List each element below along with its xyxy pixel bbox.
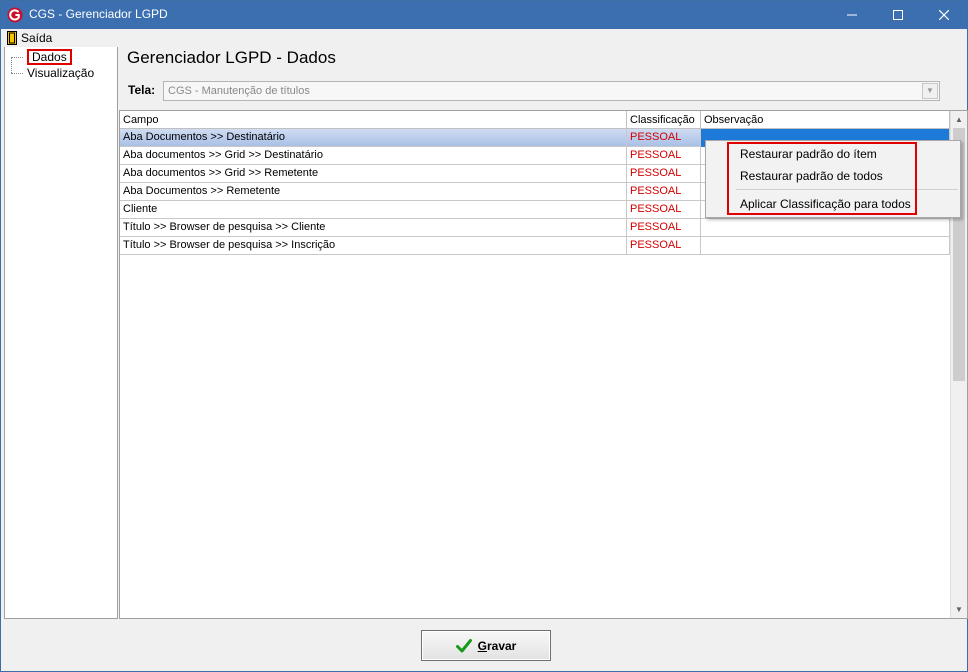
table-row[interactable]: Título >> Browser de pesquisa >> Inscriç… bbox=[120, 237, 950, 255]
maximize-icon bbox=[893, 10, 903, 20]
gravar-label-rest: ravar bbox=[486, 638, 517, 653]
column-header-classificacao[interactable]: Classificação bbox=[627, 111, 701, 129]
cell-campo: Aba Documentos >> Destinatário bbox=[120, 129, 627, 147]
column-header-observacao[interactable]: Observação bbox=[701, 111, 950, 129]
close-icon bbox=[939, 10, 949, 20]
tela-select[interactable]: CGS - Manutenção de títulos ▼ bbox=[163, 81, 940, 101]
page-title: Gerenciador LGPD - Dados bbox=[127, 48, 336, 67]
menu-separator bbox=[736, 189, 958, 190]
window-title: CGS - Gerenciador LGPD bbox=[29, 7, 168, 21]
navigation-tree: Dados Visualização bbox=[4, 47, 118, 619]
cell-classificacao[interactable]: PESSOAL bbox=[627, 237, 701, 255]
cell-observacao[interactable] bbox=[701, 237, 950, 255]
minimize-icon bbox=[847, 14, 857, 16]
scroll-down-icon[interactable]: ▼ bbox=[951, 601, 967, 618]
scroll-up-icon[interactable]: ▲ bbox=[951, 111, 967, 128]
title-bar[interactable]: CGS - Gerenciador LGPD bbox=[1, 1, 967, 29]
gravar-button[interactable]: Gravar bbox=[421, 630, 551, 661]
menu-exit-label: Saída bbox=[21, 31, 53, 45]
cell-observacao[interactable] bbox=[701, 219, 950, 237]
menu-exit[interactable]: Saída bbox=[7, 30, 52, 46]
cell-campo: Aba documentos >> Grid >> Remetente bbox=[120, 165, 627, 183]
table-row[interactable]: Título >> Browser de pesquisa >> Cliente… bbox=[120, 219, 950, 237]
gravar-label: Gravar bbox=[478, 639, 517, 653]
column-header-campo[interactable]: Campo bbox=[120, 111, 627, 129]
cell-campo: Cliente bbox=[120, 201, 627, 219]
menu-item-restaurar-todos[interactable]: Restaurar padrão de todos bbox=[740, 166, 883, 186]
cell-campo: Título >> Browser de pesquisa >> Inscriç… bbox=[120, 237, 627, 255]
tree-connector bbox=[11, 57, 12, 73]
menu-item-restaurar-item[interactable]: Restaurar padrão do ítem bbox=[740, 144, 877, 164]
cell-classificacao[interactable]: PESSOAL bbox=[627, 201, 701, 219]
grid-header: Campo Classificação Observação bbox=[120, 111, 950, 129]
cell-campo: Aba Documentos >> Remetente bbox=[120, 183, 627, 201]
cell-classificacao[interactable]: PESSOAL bbox=[627, 147, 701, 165]
cell-classificacao[interactable]: PESSOAL bbox=[627, 165, 701, 183]
gravar-mnemonic: G bbox=[477, 638, 487, 653]
tree-branch-line bbox=[11, 73, 23, 74]
close-button[interactable] bbox=[921, 1, 967, 29]
cell-classificacao[interactable]: PESSOAL bbox=[627, 219, 701, 237]
chevron-down-icon[interactable]: ▼ bbox=[922, 83, 938, 99]
minimize-button[interactable] bbox=[829, 1, 875, 29]
cell-classificacao[interactable]: PESSOAL bbox=[627, 183, 701, 201]
tree-item-label: Dados bbox=[27, 49, 72, 65]
exit-door-icon bbox=[7, 31, 17, 45]
app-window: CGS - Gerenciador LGPD Saída Dados Visua… bbox=[0, 0, 968, 672]
tela-label: Tela: bbox=[128, 83, 156, 97]
maximize-button[interactable] bbox=[875, 1, 921, 29]
menu-item-aplicar-classificacao[interactable]: Aplicar Classificação para todos bbox=[740, 194, 911, 214]
context-menu: Restaurar padrão do ítem Restaurar padrã… bbox=[705, 140, 961, 218]
checkmark-icon bbox=[455, 638, 472, 652]
cell-classificacao[interactable]: PESSOAL bbox=[627, 129, 701, 147]
menu-bar: Saída bbox=[1, 29, 967, 47]
cgs-logo-icon bbox=[7, 7, 23, 23]
tree-item-label: Visualização bbox=[27, 66, 95, 80]
cell-campo: Aba documentos >> Grid >> Destinatário bbox=[120, 147, 627, 165]
cell-campo: Título >> Browser de pesquisa >> Cliente bbox=[120, 219, 627, 237]
tela-select-value: CGS - Manutenção de títulos bbox=[168, 85, 310, 97]
tree-branch-line bbox=[11, 57, 23, 58]
